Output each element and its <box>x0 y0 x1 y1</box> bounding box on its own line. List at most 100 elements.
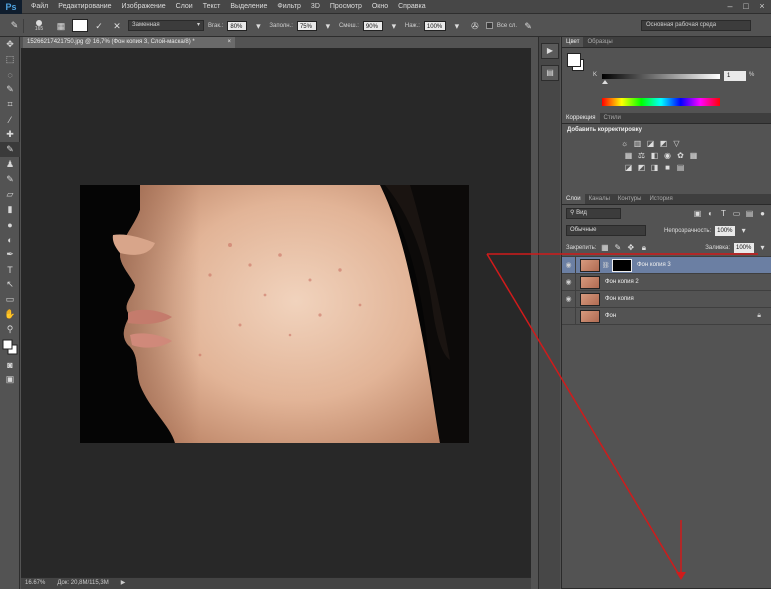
k-slider[interactable] <box>602 74 720 79</box>
brush-panel-icon[interactable]: ▦ <box>54 19 68 33</box>
clone-stamp-tool-icon[interactable]: ♟ <box>0 157 20 172</box>
eyedropper-tool-icon[interactable]: ⁄ <box>0 112 20 127</box>
invert-icon[interactable]: ◪ <box>624 163 633 172</box>
workspace-dropdown[interactable]: Основная рабочая среда <box>641 20 751 31</box>
load-value[interactable]: 75% <box>296 20 317 31</box>
brush-tool-preset-icon[interactable]: ✎ <box>6 18 24 33</box>
chevron-down-icon[interactable]: ▾ <box>450 19 464 33</box>
chevron-down-icon[interactable]: ▾ <box>758 243 767 252</box>
tab-history[interactable]: История <box>645 194 676 204</box>
menu-window[interactable]: Окно <box>367 3 393 10</box>
slider-thumb[interactable] <box>602 80 608 84</box>
filter-shape-icon[interactable]: ▭ <box>732 209 741 218</box>
layer-row[interactable]: Фон 🔒︎ <box>562 307 771 325</box>
lock-position-icon[interactable]: ✥ <box>626 243 635 252</box>
selective-color-icon[interactable]: ■ <box>663 163 672 172</box>
threshold-icon[interactable]: ◨ <box>650 163 659 172</box>
lock-transparency-icon[interactable]: ▦ <box>600 243 609 252</box>
filter-toggle-icon[interactable]: ● <box>758 209 767 218</box>
status-arrow-icon[interactable]: ▶ <box>121 578 126 589</box>
layer-row[interactable]: ◉ Фон копия <box>562 290 771 308</box>
clean-brush-icon[interactable]: ✕ <box>110 19 124 33</box>
brush-tool-icon[interactable]: ✎ <box>0 142 20 157</box>
tab-styles[interactable]: Стили <box>600 113 625 123</box>
eye-icon[interactable]: ◉ <box>562 290 576 308</box>
exposure-icon[interactable]: ◩ <box>659 139 668 148</box>
fill-value[interactable]: 100% <box>734 242 754 253</box>
menu-text[interactable]: Текст <box>198 3 226 10</box>
move-tool-icon[interactable]: ✥ <box>0 37 20 52</box>
airbrush-icon[interactable]: ✇ <box>468 19 482 33</box>
pressure-icon[interactable]: ✎ <box>521 19 535 33</box>
posterize-icon[interactable]: ◩ <box>637 163 646 172</box>
menu-file[interactable]: Файл <box>26 3 53 10</box>
lock-icon[interactable]: 🔒︎ <box>757 312 761 320</box>
blend-mode-dropdown[interactable]: Обычные <box>566 225 646 236</box>
k-value[interactable]: 1 <box>724 71 746 81</box>
tab-channels[interactable]: Каналы <box>585 194 614 204</box>
all-layers-checkbox[interactable] <box>485 22 493 29</box>
tab-close-icon[interactable]: × <box>227 37 231 48</box>
vibrance-icon[interactable]: ▽ <box>672 139 681 148</box>
tab-layers[interactable]: Слои <box>562 194 585 204</box>
minimize-icon[interactable]: – <box>723 1 737 12</box>
chain-icon[interactable]: ⛓ <box>602 262 610 269</box>
flow-value[interactable]: 100% <box>423 20 446 31</box>
channel-mixer-icon[interactable]: ✿ <box>676 151 685 160</box>
zoom-level[interactable]: 16.67% <box>25 578 45 589</box>
curves-icon[interactable]: ◪ <box>646 139 655 148</box>
shape-tool-icon[interactable]: ▭ <box>0 292 20 307</box>
filter-type-icon[interactable]: T <box>719 209 728 218</box>
layer-row[interactable]: ◉ ⛓ Фон копия 3 <box>562 256 771 274</box>
fg-bg-color-icon[interactable] <box>0 337 20 357</box>
wet-value[interactable]: 80% <box>227 20 248 31</box>
lock-all-icon[interactable]: 🔒︎ <box>639 243 648 252</box>
close-icon[interactable]: × <box>755 1 769 12</box>
filter-adjust-icon[interactable]: ◐ <box>706 209 715 218</box>
maximize-icon[interactable]: □ <box>739 1 753 12</box>
tab-swatches[interactable]: Образцы <box>583 37 616 47</box>
document-tab[interactable]: 15266217421750.jpg @ 16,7% (Фон копия 3,… <box>23 37 235 48</box>
color-swatch[interactable] <box>72 19 88 32</box>
eye-icon[interactable]: ◉ <box>562 256 576 274</box>
filter-pixel-icon[interactable]: ▣ <box>693 209 702 218</box>
photo-filter-icon[interactable]: ◉ <box>663 151 672 160</box>
filter-smart-icon[interactable]: ▤ <box>745 209 754 218</box>
blur-tool-icon[interactable]: ● <box>0 217 20 232</box>
levels-icon[interactable]: ▥ <box>633 139 642 148</box>
doc-size-info[interactable]: Док: 20,8М/115,3М <box>57 578 108 589</box>
opacity-value[interactable]: 100% <box>715 225 736 236</box>
mix-value[interactable]: 90% <box>362 20 383 31</box>
layer-filter-dropdown[interactable]: ⚲ Вид <box>566 208 621 219</box>
gradient-tool-icon[interactable]: ▮ <box>0 202 20 217</box>
crop-tool-icon[interactable]: ⌗ <box>0 97 20 112</box>
color-spectrum[interactable] <box>602 98 720 106</box>
path-select-tool-icon[interactable]: ↖ <box>0 277 20 292</box>
lasso-tool-icon[interactable]: ◌ <box>0 67 20 82</box>
menu-filter[interactable]: Фильтр <box>272 3 306 10</box>
zoom-tool-icon[interactable]: ⚲ <box>0 322 20 337</box>
menu-3d[interactable]: 3D <box>306 3 325 10</box>
quick-select-tool-icon[interactable]: ✎ <box>0 82 20 97</box>
history-brush-tool-icon[interactable]: ✎ <box>0 172 20 187</box>
eraser-tool-icon[interactable]: ▱ <box>0 187 20 202</box>
menu-help[interactable]: Справка <box>393 3 430 10</box>
menu-view[interactable]: Просмотр <box>325 3 367 10</box>
load-brush-icon[interactable]: ✓ <box>92 19 106 33</box>
eye-icon[interactable]: ◉ <box>562 273 576 291</box>
black-white-icon[interactable]: ◧ <box>650 151 659 160</box>
chevron-down-icon[interactable]: ▾ <box>739 226 748 235</box>
chevron-down-icon[interactable]: ▾ <box>387 19 401 33</box>
menu-layers[interactable]: Слои <box>171 3 198 10</box>
color-lookup-icon[interactable]: ▦ <box>689 151 698 160</box>
quick-mask-icon[interactable]: ◙ <box>0 357 20 372</box>
screen-mode-icon[interactable]: ▣ <box>0 372 20 387</box>
menu-edit[interactable]: Редактирование <box>53 3 116 10</box>
chevron-down-icon[interactable]: ▾ <box>321 19 335 33</box>
pen-tool-icon[interactable]: ✒ <box>0 247 20 262</box>
chevron-down-icon[interactable]: ▾ <box>251 19 265 33</box>
mode-dropdown[interactable]: Заменная ▾ <box>128 20 204 31</box>
hue-saturation-icon[interactable]: ▦ <box>624 151 633 160</box>
brush-size-picker[interactable]: 165 <box>28 18 50 34</box>
info-panel-icon[interactable]: ▤ <box>541 65 559 81</box>
